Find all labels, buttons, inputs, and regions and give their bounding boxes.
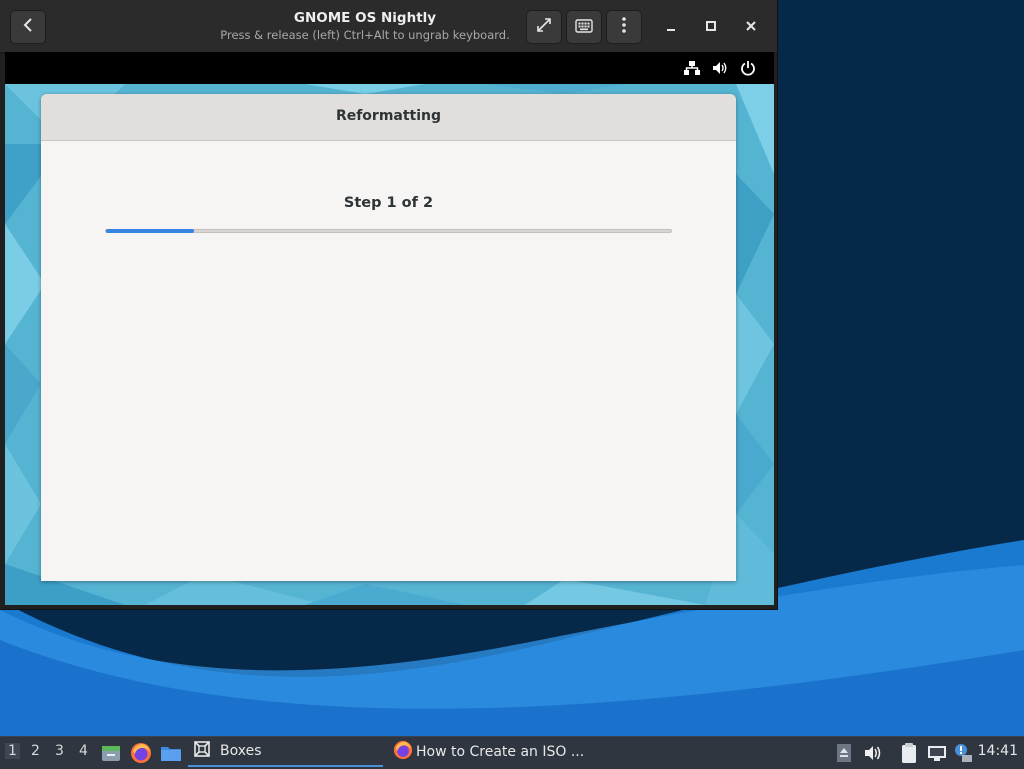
step-label: Step 1 of 2 [343, 195, 434, 211]
guest-top-bar [5, 52, 774, 84]
volume-icon[interactable] [710, 58, 730, 78]
window-title: GNOME OS Nightly [293, 10, 437, 26]
firefox-icon [393, 740, 413, 764]
workspace-3[interactable]: 3 [55, 743, 64, 759]
minimize-button[interactable] [661, 16, 681, 36]
clipboard-icon[interactable] [897, 741, 921, 765]
dialog-header: Reformatting [41, 94, 736, 141]
dialog-title: Reformatting [335, 108, 442, 124]
chevron-left-icon [21, 17, 35, 37]
task-label: How to Create an ISO ... [416, 744, 585, 760]
taskbar: 1 2 3 4 Boxes How to Create an ISO ... 1… [0, 736, 1024, 769]
volume-icon[interactable] [861, 741, 885, 765]
kebab-menu-icon [621, 16, 627, 38]
maximize-button[interactable] [701, 16, 721, 36]
task-firefox[interactable]: How to Create an ISO ... [390, 737, 590, 767]
keyboard-button[interactable] [566, 10, 602, 44]
maximize-icon [705, 17, 717, 36]
network-icon[interactable] [925, 741, 949, 765]
close-button[interactable] [741, 16, 761, 36]
keyboard-icon [575, 18, 593, 37]
guest-display[interactable]: Reformatting Step 1 of 2 [5, 84, 774, 605]
workspace-1[interactable]: 1 [5, 743, 20, 759]
boxes-icon [192, 739, 212, 763]
workspace-2[interactable]: 2 [31, 743, 40, 759]
task-boxes[interactable]: Boxes [188, 737, 383, 767]
file-manager-icon[interactable] [99, 741, 123, 765]
firefox-icon[interactable] [129, 741, 153, 765]
fullscreen-icon [535, 16, 553, 38]
network-icon[interactable] [682, 58, 702, 78]
progress-fill [106, 229, 194, 233]
progress-bar [105, 229, 672, 233]
task-label: Boxes [220, 743, 262, 759]
close-icon [745, 17, 757, 36]
clock: 14:41 [977, 743, 1018, 759]
workspace-4[interactable]: 4 [79, 743, 88, 759]
eject-icon[interactable] [832, 741, 856, 765]
notification-icon[interactable] [951, 741, 975, 765]
power-icon[interactable] [738, 58, 758, 78]
back-button[interactable] [10, 10, 46, 44]
menu-button[interactable] [606, 10, 642, 44]
header-bar: GNOME OS Nightly Press & release (left) … [0, 0, 777, 53]
folder-icon[interactable] [159, 741, 183, 765]
reformatting-dialog: Reformatting Step 1 of 2 [41, 94, 736, 581]
minimize-icon [665, 17, 677, 36]
boxes-window: GNOME OS Nightly Press & release (left) … [0, 0, 777, 609]
window-subtitle: Press & release (left) Ctrl+Alt to ungra… [220, 28, 510, 42]
fullscreen-button[interactable] [526, 10, 562, 44]
